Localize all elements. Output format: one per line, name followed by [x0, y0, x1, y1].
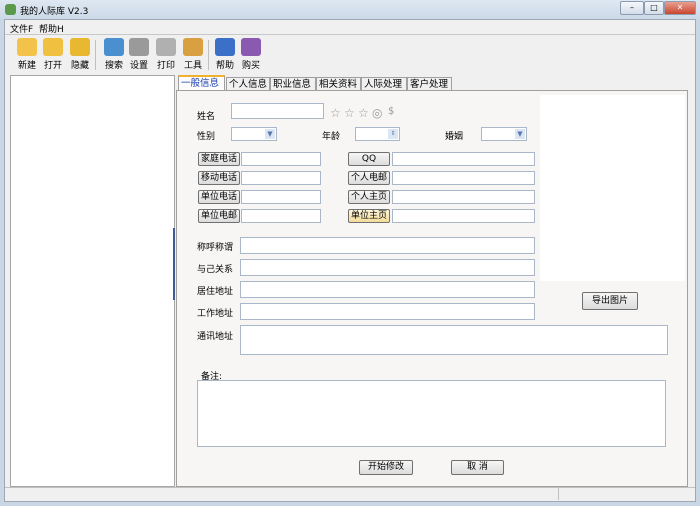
- toolbar-label: 购买: [241, 61, 260, 71]
- lock-icon: [70, 38, 90, 56]
- toolbar-wrench-button[interactable]: 工具: [180, 38, 206, 71]
- contact-input-left-2[interactable]: [241, 190, 321, 204]
- window-title: 我的人际库 V2.3: [20, 7, 89, 17]
- mail-address-label: 通讯地址: [197, 332, 234, 342]
- close-button[interactable]: ✕: [664, 1, 696, 15]
- folder-new-icon: [17, 38, 37, 56]
- toolbar-gear-button[interactable]: 设置: [126, 38, 152, 71]
- contact-input-right-1[interactable]: [392, 171, 535, 185]
- contact-button-left-0[interactable]: 家庭电话: [198, 152, 240, 166]
- contact-button-right-1[interactable]: 个人电邮: [348, 171, 390, 185]
- chevron-down-icon: ▼: [515, 129, 525, 139]
- contact-tree-panel[interactable]: [10, 75, 175, 487]
- toolbar-label: 新建: [17, 61, 36, 71]
- toolbar-label: 工具: [183, 61, 202, 71]
- maximize-button[interactable]: □: [644, 1, 664, 15]
- toolbar-folder-new-button[interactable]: 新建: [14, 38, 40, 71]
- field-label-3: 工作地址: [197, 309, 234, 319]
- tab-1[interactable]: 个人信息: [226, 77, 270, 91]
- name-label: 姓名: [197, 112, 216, 122]
- notes-textarea[interactable]: [197, 380, 666, 447]
- toolbar-label: 设置: [129, 61, 148, 71]
- field-input-0[interactable]: [240, 237, 535, 254]
- name-input[interactable]: [231, 103, 324, 119]
- toolbar-lock-button[interactable]: 隐藏: [67, 38, 93, 71]
- search-icon: [104, 38, 124, 56]
- tab-4[interactable]: 人际处理: [361, 77, 407, 91]
- toolbar-label: 隐藏: [70, 61, 89, 71]
- contact-input-left-0[interactable]: [241, 152, 321, 166]
- star-icon[interactable]: ☆: [330, 106, 341, 120]
- printer-icon: [156, 38, 176, 56]
- mail-address-input[interactable]: [240, 325, 668, 355]
- gender-label: 性别: [197, 132, 216, 142]
- photo-area[interactable]: [540, 95, 685, 281]
- toolbar-folder-open-button[interactable]: 打开: [40, 38, 66, 71]
- age-spinner[interactable]: ⇕: [355, 127, 400, 141]
- status-divider: [558, 488, 559, 500]
- contact-input-right-0[interactable]: [392, 152, 535, 166]
- contact-button-right-0[interactable]: QQ: [348, 152, 390, 166]
- toolbar-help-button[interactable]: 帮助: [212, 38, 238, 71]
- contact-input-left-1[interactable]: [241, 171, 321, 185]
- contact-input-right-3[interactable]: [392, 209, 535, 223]
- field-label-0: 称呼称谓: [197, 243, 234, 253]
- splitter[interactable]: [173, 228, 175, 300]
- wrench-icon: [183, 38, 203, 56]
- age-label: 年龄: [322, 132, 341, 142]
- star-icon[interactable]: ☆: [358, 106, 369, 120]
- gear-icon: [129, 38, 149, 56]
- marriage-select[interactable]: ▼: [481, 127, 527, 141]
- star-icon[interactable]: ☆: [344, 106, 355, 120]
- marriage-label: 婚姻: [445, 132, 464, 142]
- chevron-down-icon: ▼: [265, 129, 275, 139]
- field-input-1[interactable]: [240, 259, 535, 276]
- toolbar-cart-button[interactable]: 购买: [238, 38, 264, 71]
- start-edit-button[interactable]: 开始修改: [359, 460, 413, 475]
- toolbar-label: 打印: [156, 61, 175, 71]
- contact-input-left-3[interactable]: [241, 209, 321, 223]
- divider: [5, 34, 695, 35]
- status-bar: [5, 487, 695, 501]
- tab-3[interactable]: 相关资料: [316, 77, 361, 91]
- contact-button-left-2[interactable]: 单位电话: [198, 190, 240, 204]
- toolbar-search-button[interactable]: 搜索: [101, 38, 127, 71]
- field-label-2: 居住地址: [197, 287, 234, 297]
- minimize-button[interactable]: –: [620, 1, 644, 15]
- app-icon: [5, 4, 16, 15]
- title-bar: [0, 0, 700, 19]
- toolbar-label: 打开: [43, 61, 62, 71]
- contact-input-right-2[interactable]: [392, 190, 535, 204]
- contact-button-right-2[interactable]: 个人主页: [348, 190, 390, 204]
- toolbar-separator: [208, 40, 209, 70]
- handshake-icon[interactable]: ◎: [372, 106, 382, 120]
- cart-icon: [241, 38, 261, 56]
- toolbar-separator: [95, 40, 96, 70]
- field-input-3[interactable]: [240, 303, 535, 320]
- tab-5[interactable]: 客户处理: [407, 77, 452, 91]
- cancel-button[interactable]: 取 消: [451, 460, 504, 475]
- toolbar-label: 搜索: [104, 61, 123, 71]
- tab-2[interactable]: 职业信息: [270, 77, 316, 91]
- folder-open-icon: [43, 38, 63, 56]
- tab-0[interactable]: 一般信息: [178, 75, 225, 91]
- gender-select[interactable]: ▼: [231, 127, 277, 141]
- help-icon: [215, 38, 235, 56]
- field-label-1: 与己关系: [197, 265, 234, 275]
- contact-button-left-1[interactable]: 移动电话: [198, 171, 240, 185]
- dollar-icon[interactable]: $: [388, 106, 394, 117]
- contact-button-right-3[interactable]: 单位主页: [348, 209, 390, 223]
- contact-button-left-3[interactable]: 单位电邮: [198, 209, 240, 223]
- export-image-button[interactable]: 导出图片: [582, 292, 638, 310]
- spinner-arrows-icon: ⇕: [388, 129, 398, 139]
- toolbar-label: 帮助: [215, 61, 234, 71]
- toolbar-printer-button[interactable]: 打印: [153, 38, 179, 71]
- field-input-2[interactable]: [240, 281, 535, 298]
